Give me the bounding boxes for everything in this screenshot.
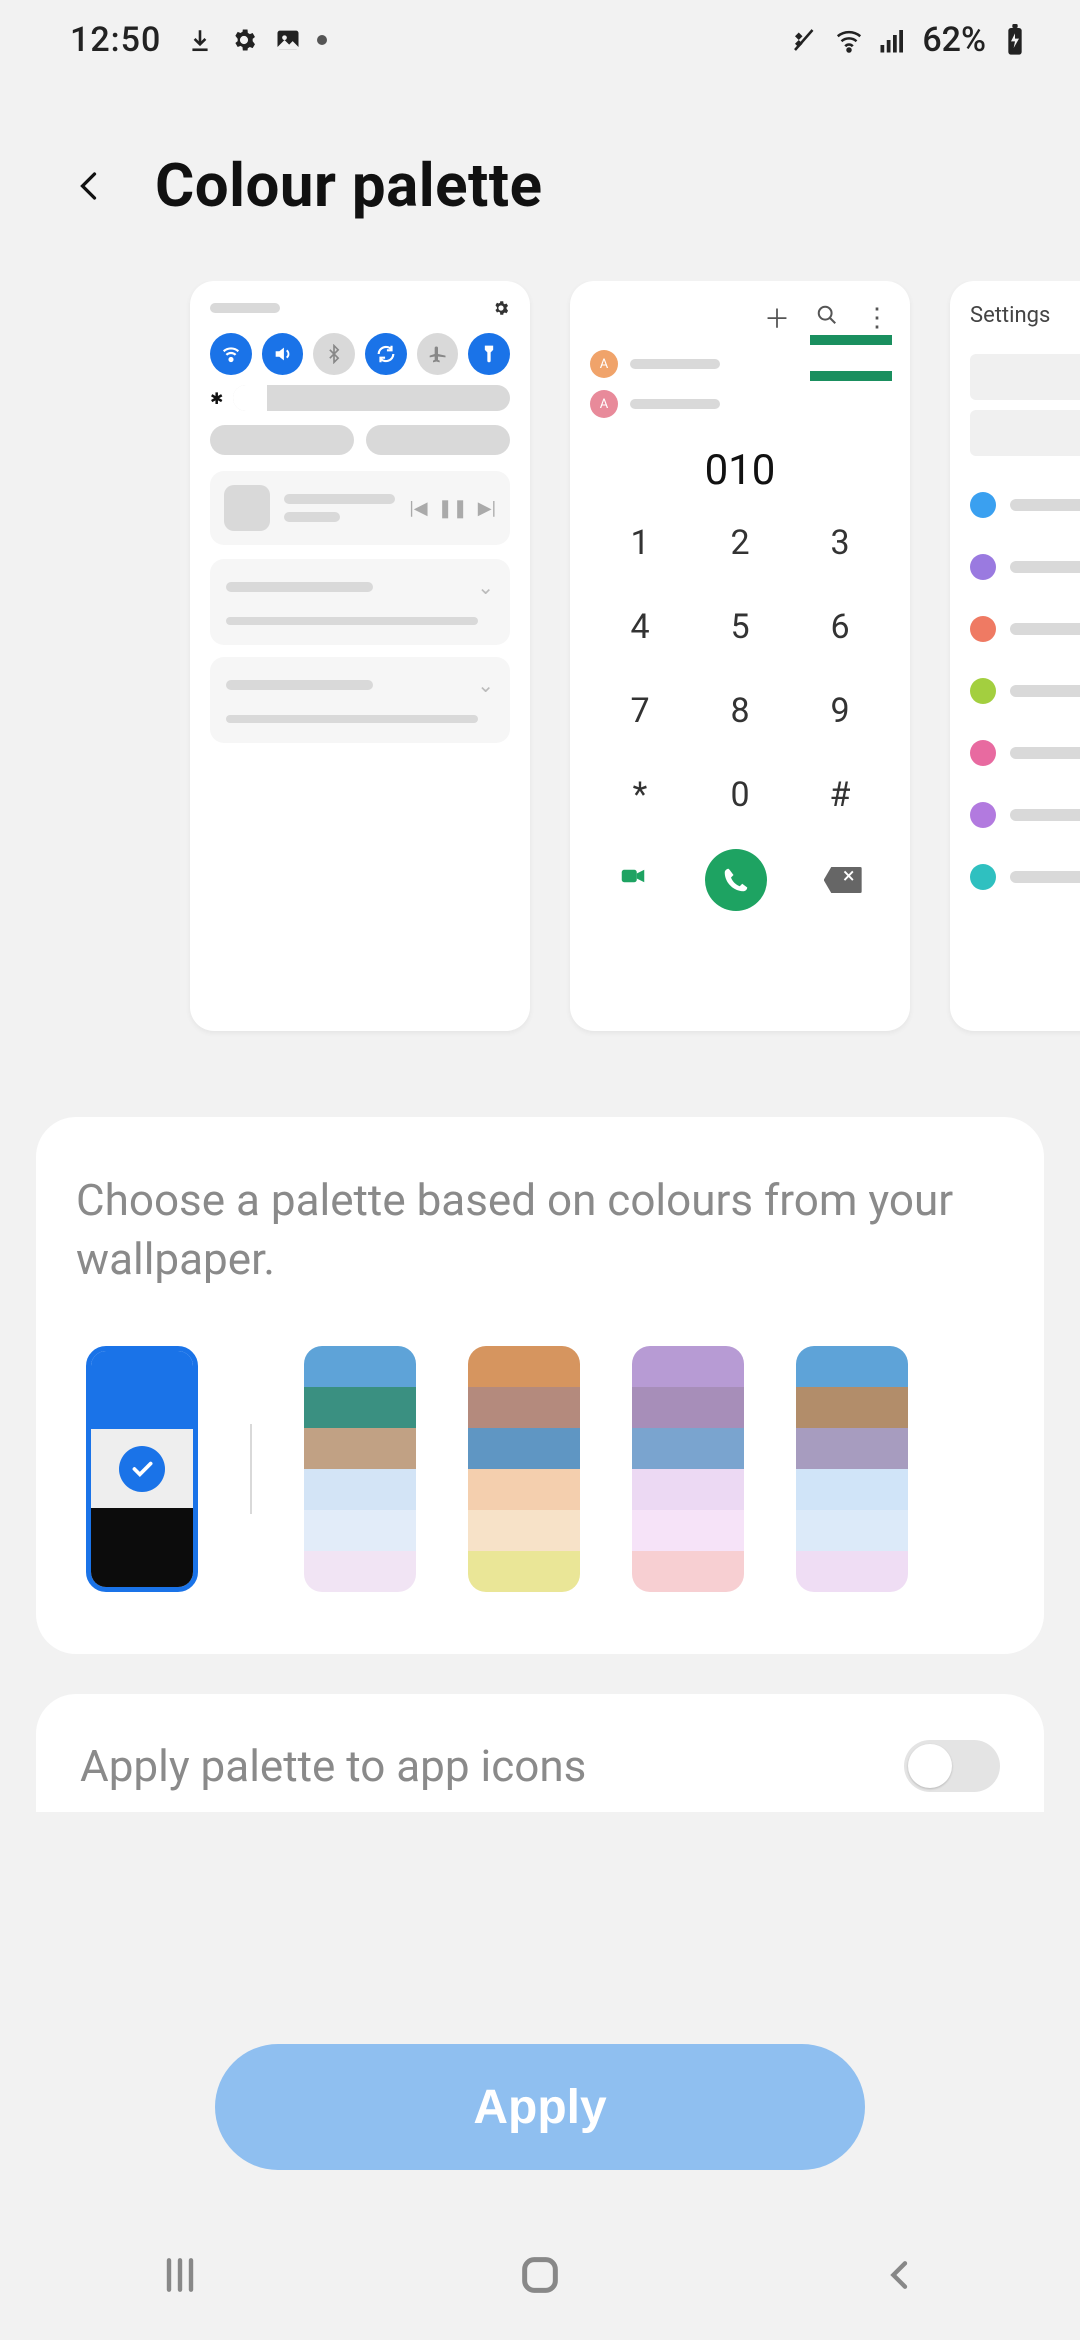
recents-button[interactable] xyxy=(145,2240,215,2310)
preview-settings: Settings xyxy=(950,281,1080,1031)
preview-dialer: ＋ ⋮ A A 010 123 456 789 *0# xyxy=(570,281,910,1031)
palette-option[interactable] xyxy=(796,1346,908,1592)
settings-icon xyxy=(229,25,259,55)
add-icon: ＋ xyxy=(764,299,790,336)
download-icon xyxy=(185,25,215,55)
prev-icon: |◀ xyxy=(409,498,427,519)
apply-to-icons-label: Apply palette to app icons xyxy=(80,1740,586,1792)
preview-quick-panel: ✱ |◀ ❚❚ ▶| ⌄ ⌄ xyxy=(190,281,530,1031)
chevron-down-icon: ⌄ xyxy=(477,575,494,599)
more-notifications-dot-icon xyxy=(317,35,327,45)
bluetooth-toggle-icon xyxy=(313,333,355,375)
palette-section: Choose a palette based on colours from y… xyxy=(36,1117,1044,1654)
settings-row xyxy=(970,492,1080,518)
apply-to-icons-row[interactable]: Apply palette to app icons xyxy=(36,1694,1044,1812)
gear-icon xyxy=(492,299,510,317)
palette-option[interactable] xyxy=(468,1346,580,1592)
palette-option[interactable] xyxy=(304,1346,416,1592)
preview-carousel[interactable]: ✱ |◀ ❚❚ ▶| ⌄ ⌄ ＋ ⋮ A A 010 123 456 789 *0# xyxy=(0,281,1080,1061)
dialpad: 123 456 789 *0# xyxy=(590,523,890,815)
pause-icon: ❚❚ xyxy=(438,498,468,519)
palette-option[interactable] xyxy=(86,1346,198,1592)
search-icon xyxy=(816,303,838,333)
status-clock: 12:50 xyxy=(70,20,161,60)
vibrate-icon xyxy=(790,25,820,55)
apply-button[interactable]: Apply xyxy=(215,2044,865,2170)
battery-icon xyxy=(1000,25,1030,55)
contact-avatar: A xyxy=(590,350,618,378)
signal-icon xyxy=(878,25,908,55)
next-icon: ▶| xyxy=(478,498,496,519)
home-icon xyxy=(517,2252,563,2298)
nav-back-button[interactable] xyxy=(865,2240,935,2310)
airplane-toggle-icon xyxy=(417,333,459,375)
settings-row xyxy=(970,616,1080,642)
page-title: Colour palette xyxy=(155,150,543,221)
settings-row xyxy=(970,864,1080,890)
more-icon: ⋮ xyxy=(864,303,890,333)
back-button[interactable] xyxy=(65,161,115,211)
video-call-icon xyxy=(618,861,648,899)
settings-row xyxy=(970,802,1080,828)
battery-percent: 62% xyxy=(922,20,986,60)
wifi-toggle-icon xyxy=(210,333,252,375)
settings-row xyxy=(970,740,1080,766)
recents-icon xyxy=(158,2253,202,2297)
sound-toggle-icon xyxy=(262,333,304,375)
call-button-icon xyxy=(705,849,767,911)
home-button[interactable] xyxy=(505,2240,575,2310)
media-widget: |◀ ❚❚ ▶| xyxy=(210,471,510,545)
page-header: Colour palette xyxy=(0,80,1080,281)
palette-option[interactable] xyxy=(632,1346,744,1592)
palette-divider xyxy=(250,1424,252,1514)
chevron-down-icon: ⌄ xyxy=(477,673,494,697)
apply-to-icons-toggle[interactable] xyxy=(904,1740,1000,1792)
backspace-icon xyxy=(824,867,862,893)
palette-list xyxy=(76,1346,1004,1592)
rotate-toggle-icon xyxy=(365,333,407,375)
brightness-icon: ✱ xyxy=(210,389,223,408)
settings-title: Settings xyxy=(970,303,1080,328)
dialed-number: 010 xyxy=(590,446,890,495)
brightness-slider xyxy=(233,385,510,411)
check-icon xyxy=(119,1446,165,1492)
status-bar: 12:50 62% xyxy=(0,0,1080,80)
image-icon xyxy=(273,25,303,55)
settings-row xyxy=(970,678,1080,704)
flashlight-toggle-icon xyxy=(468,333,510,375)
chevron-left-icon xyxy=(880,2255,920,2295)
wifi-icon xyxy=(834,25,864,55)
palette-description: Choose a palette based on colours from y… xyxy=(76,1171,1004,1290)
navigation-bar xyxy=(0,2210,1080,2340)
contact-avatar: A xyxy=(590,390,618,418)
settings-row xyxy=(970,554,1080,580)
chevron-left-icon xyxy=(72,160,108,212)
